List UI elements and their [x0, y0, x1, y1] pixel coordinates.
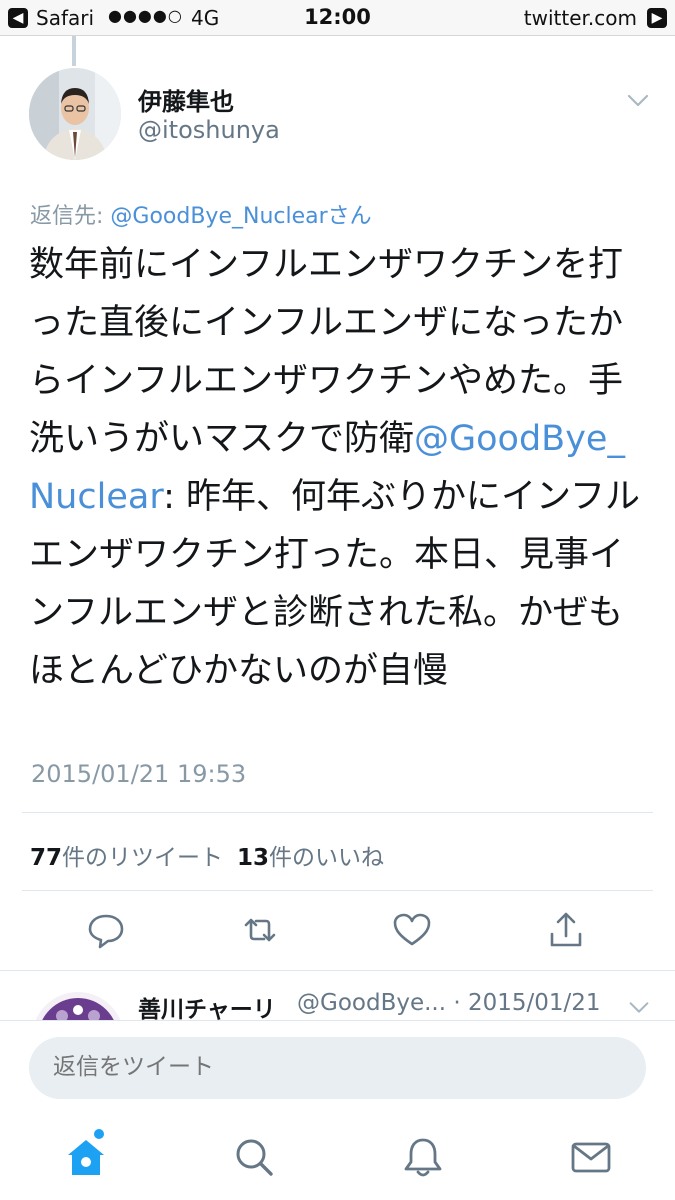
like-label: 件のいいね	[269, 845, 385, 871]
reply-to-mention-link[interactable]: @GoodBye_Nuclearさん	[110, 204, 371, 229]
reply-box[interactable]	[29, 1037, 646, 1099]
divider	[22, 812, 653, 813]
reply-to-line: 返信先: @GoodBye_Nuclearさん	[30, 198, 372, 230]
notification-dot	[94, 1129, 104, 1139]
bell-icon[interactable]	[401, 1135, 445, 1179]
like-stat[interactable]: 13件のいいね	[237, 845, 384, 871]
retweet-count: 77	[30, 845, 63, 871]
reply-icon[interactable]	[86, 910, 126, 950]
retweet-icon[interactable]	[240, 910, 280, 950]
search-icon[interactable]	[232, 1135, 276, 1179]
tweet-text: 数年前にインフルエンザワクチンを打った直後にインフルエンザになったからインフルエ…	[29, 236, 649, 700]
heart-icon[interactable]	[392, 910, 432, 950]
divider	[22, 890, 653, 891]
reply-author-name[interactable]: 善川チャーリ	[138, 990, 276, 1024]
retweet-stat[interactable]: 77件のリツイート	[30, 845, 223, 871]
status-bar: ◀ Safari ●●●●○ 4G 12:00 twitter.com ▶	[0, 0, 675, 36]
home-icon[interactable]	[64, 1135, 108, 1179]
mail-icon[interactable]	[569, 1135, 613, 1179]
reply-to-prefix: 返信先:	[30, 204, 111, 229]
reply-input[interactable]	[53, 1054, 613, 1080]
bottom-bar	[0, 1020, 675, 1200]
tweet-timestamp: 2015/01/21 19:53	[31, 760, 247, 788]
author-handle[interactable]: @itoshunya	[138, 116, 280, 144]
like-count: 13	[237, 845, 270, 871]
chevron-down-icon[interactable]	[626, 994, 652, 1020]
forward-arrow-icon[interactable]: ▶	[647, 8, 667, 28]
author-display-name[interactable]: 伊藤隼也	[138, 82, 234, 117]
divider	[0, 970, 675, 971]
engagement-stats: 77件のリツイート 13件のいいね	[30, 838, 384, 872]
chevron-down-icon[interactable]	[624, 86, 652, 114]
retweet-label: 件のリツイート	[62, 845, 224, 871]
reply-author-meta: @GoodBye... · 2015/01/21	[297, 990, 601, 1016]
avatar[interactable]	[29, 68, 121, 160]
share-icon[interactable]	[546, 910, 586, 950]
site-link[interactable]: twitter.com	[524, 6, 637, 30]
thread-connector-line	[72, 36, 76, 66]
